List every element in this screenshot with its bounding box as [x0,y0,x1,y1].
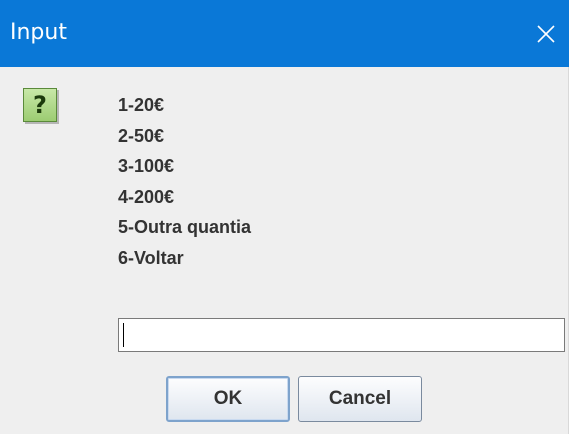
close-button[interactable] [523,0,569,67]
window-title: Input [10,20,67,45]
option-2: 2-50€ [118,125,165,146]
close-icon [536,24,556,44]
title-bar[interactable]: Input [0,0,569,67]
cancel-button[interactable]: Cancel [298,376,422,422]
question-glyph: ? [33,91,47,119]
option-6: 6-Voltar [118,247,184,268]
options-list: 1-20€ 2-50€ 3-100€ 4-200€ 5-Outra quanti… [118,90,251,273]
option-5: 5-Outra quantia [118,217,252,237]
input-dialog: Input ? 1-20€ 2-50€ 3-100€ 4-200€ 5-Outr… [0,0,569,434]
ok-button[interactable]: OK [166,376,290,422]
option-1: 1-20€ [118,95,165,115]
option-4: 4-200€ [118,186,175,207]
question-icon: ? [23,88,57,122]
option-3: 3-100€ [118,156,175,176]
text-caret [123,323,124,347]
answer-input[interactable] [118,318,565,352]
